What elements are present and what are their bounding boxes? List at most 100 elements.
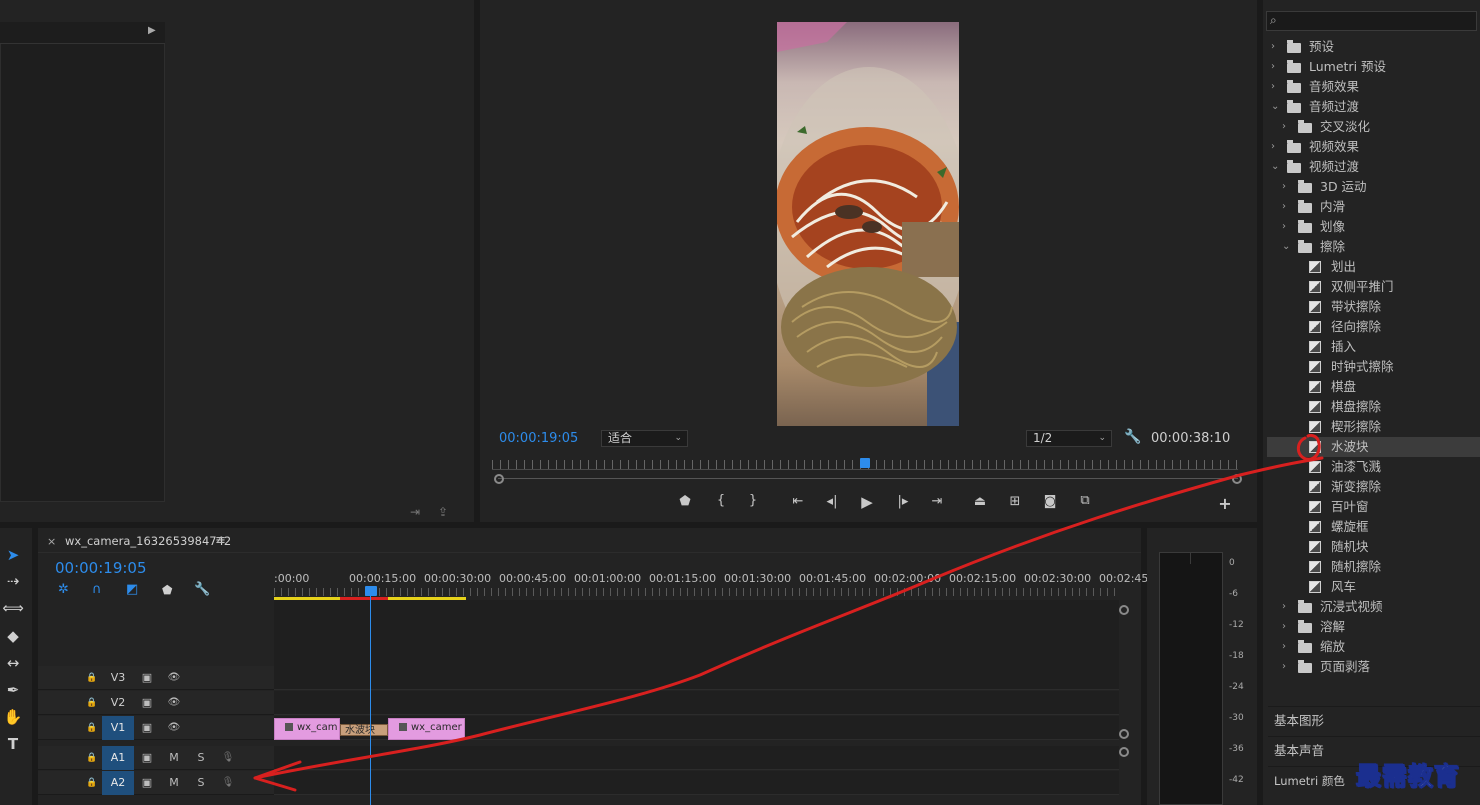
lock-icon[interactable]: 🔒	[84, 771, 100, 795]
timeline-settings-wrench-icon[interactable]: 🔧	[194, 582, 210, 597]
track-header-a1[interactable]: 🔒 A1 ▣ M S 🎙	[38, 746, 274, 770]
program-current-time[interactable]: 00:00:19:05	[499, 431, 578, 446]
effects-tree-item[interactable]: › 视频效果	[1267, 137, 1480, 157]
timeline-ruler-ticks[interactable]	[274, 588, 1119, 596]
insert-icon[interactable]: ⇥	[410, 505, 420, 519]
vertical-zoom-bottom[interactable]	[1119, 729, 1129, 739]
add-icon[interactable]: +	[1215, 494, 1235, 513]
sync-lock-icon[interactable]: ▣	[139, 771, 155, 795]
wrench-icon[interactable]: 🔧	[1124, 429, 1141, 445]
chevron-right-icon[interactable]: ›	[1271, 37, 1281, 57]
effects-tree-item[interactable]: 渐变擦除	[1267, 477, 1480, 497]
track-target-badge[interactable]: V1	[102, 716, 134, 740]
effects-tree-item[interactable]: › Lumetri 预设	[1267, 57, 1480, 77]
effects-tree-item[interactable]: 带状擦除	[1267, 297, 1480, 317]
program-video-frame[interactable]	[777, 22, 959, 426]
eye-icon[interactable]: 👁	[166, 666, 182, 690]
chevron-right-icon[interactable]: ›	[1271, 137, 1281, 157]
mark-in-icon[interactable]: {	[711, 493, 731, 508]
effects-tree-item[interactable]: › 音频效果	[1267, 77, 1480, 97]
effects-tree-item[interactable]: ⌄ 视频过渡	[1267, 157, 1480, 177]
effects-tree-item[interactable]: 径向擦除	[1267, 317, 1480, 337]
extract-icon[interactable]: ⊞	[1005, 494, 1025, 509]
chevron-down-icon[interactable]: ⌄	[1282, 237, 1292, 257]
timeline-playhead-handle[interactable]	[365, 586, 377, 596]
chevron-down-icon[interactable]: ⌄	[1271, 97, 1281, 117]
step-forward-icon[interactable]: |▸	[893, 494, 913, 509]
effects-tree-item[interactable]: 风车	[1267, 577, 1480, 597]
solo-button[interactable]: S	[193, 746, 209, 770]
playback-resolution-select[interactable]: 1/2 ⌄	[1026, 430, 1112, 447]
sync-lock-icon[interactable]: ▣	[139, 746, 155, 770]
add-marker-icon[interactable]: ⬟	[162, 583, 172, 597]
nest-icon[interactable]: ✲	[58, 582, 69, 597]
close-tab-icon[interactable]: ×	[47, 535, 56, 548]
track-header-a2[interactable]: 🔒 A2 ▣ M S 🎙	[38, 771, 274, 795]
effects-tree-item[interactable]: › 缩放	[1267, 637, 1480, 657]
effects-tree-item[interactable]: 插入	[1267, 337, 1480, 357]
chevron-down-icon[interactable]: ⌄	[1271, 157, 1281, 177]
effects-tree-item[interactable]: 水波块	[1267, 437, 1480, 457]
razor-tool-icon[interactable]: ◆	[1, 625, 25, 647]
track-target-badge[interactable]: V3	[102, 666, 134, 690]
video-clip[interactable]: wx_camer	[388, 718, 465, 740]
chevron-right-icon[interactable]: ›	[1282, 217, 1292, 237]
effects-search-input[interactable]: ⌕	[1266, 11, 1477, 31]
export-icon[interactable]: ⇪	[438, 505, 448, 519]
chevron-right-icon[interactable]: ›	[1282, 637, 1292, 657]
effects-tree-item[interactable]: 棋盘擦除	[1267, 397, 1480, 417]
effects-tree-item[interactable]: › 沉浸式视频	[1267, 597, 1480, 617]
track-header-v2[interactable]: 🔒 V2 ▣ 👁	[38, 691, 274, 715]
effects-tree-item[interactable]: › 3D 运动	[1267, 177, 1480, 197]
video-clip[interactable]: wx_cam	[274, 718, 340, 740]
microphone-icon[interactable]: 🎙	[220, 771, 236, 795]
fit-zoom-select[interactable]: 适合 ⌄	[601, 430, 688, 447]
effects-tree-item[interactable]: 双侧平推门	[1267, 277, 1480, 297]
effects-tree-item[interactable]: 随机块	[1267, 537, 1480, 557]
effects-tree-item[interactable]: 棋盘	[1267, 377, 1480, 397]
pen-tool-icon[interactable]: ✒	[1, 679, 25, 701]
effects-tree-item[interactable]: 划出	[1267, 257, 1480, 277]
lock-icon[interactable]: 🔒	[84, 746, 100, 770]
track-header-v1[interactable]: 🔒 V1 ▣ 👁	[38, 716, 274, 740]
effects-tree-item[interactable]: › 溶解	[1267, 617, 1480, 637]
effects-tree-item[interactable]: › 划像	[1267, 217, 1480, 237]
sync-lock-icon[interactable]: ▣	[139, 666, 155, 690]
lock-icon[interactable]: 🔒	[84, 716, 100, 740]
zoom-scroll-bar[interactable]	[498, 478, 1238, 479]
track-lane-a1[interactable]	[274, 746, 1119, 770]
go-to-out-icon[interactable]: ⇥	[927, 494, 947, 509]
effects-tree-item[interactable]: 时钟式擦除	[1267, 357, 1480, 377]
vertical-zoom-top[interactable]	[1119, 605, 1129, 615]
microphone-icon[interactable]: 🎙	[220, 746, 236, 770]
zoom-handle-left[interactable]	[494, 474, 504, 484]
panel-essential-graphics[interactable]: 基本图形	[1268, 706, 1480, 734]
menu-icon[interactable]: ≡	[215, 533, 226, 548]
track-lane-v2[interactable]	[274, 691, 1119, 715]
program-playhead[interactable]	[860, 458, 870, 468]
audio-zoom-top[interactable]	[1119, 747, 1129, 757]
eye-icon[interactable]: 👁	[166, 716, 182, 740]
compare-icon[interactable]: ⧉	[1075, 493, 1095, 508]
type-tool-icon[interactable]: T	[1, 733, 25, 755]
effects-tree-item[interactable]: ⌄ 音频过渡	[1267, 97, 1480, 117]
lock-icon[interactable]: 🔒	[84, 691, 100, 715]
track-lane-v3[interactable]	[274, 666, 1119, 690]
marker-icon[interactable]: ⬟	[675, 494, 695, 509]
effects-tree-item[interactable]: › 内滑	[1267, 197, 1480, 217]
track-select-tool-icon[interactable]: ⇢	[1, 570, 25, 592]
camera-icon[interactable]: ◙	[1040, 494, 1060, 509]
transition-clip[interactable]: 水波块	[340, 724, 388, 736]
chevron-right-icon[interactable]: ▶	[148, 25, 156, 36]
mark-out-icon[interactable]: }	[743, 493, 763, 508]
chevron-right-icon[interactable]: ›	[1271, 57, 1281, 77]
effects-tree-item[interactable]: › 页面剥落	[1267, 657, 1480, 677]
effects-tree-item[interactable]: 螺旋框	[1267, 517, 1480, 537]
zoom-handle-right[interactable]	[1232, 474, 1242, 484]
slip-tool-icon[interactable]: ↔	[1, 652, 25, 674]
effects-tree-item[interactable]: 楔形擦除	[1267, 417, 1480, 437]
mute-button[interactable]: M	[166, 771, 182, 795]
eye-icon[interactable]: 👁	[166, 691, 182, 715]
track-target-badge[interactable]: A1	[102, 746, 134, 770]
chevron-right-icon[interactable]: ›	[1282, 657, 1292, 677]
